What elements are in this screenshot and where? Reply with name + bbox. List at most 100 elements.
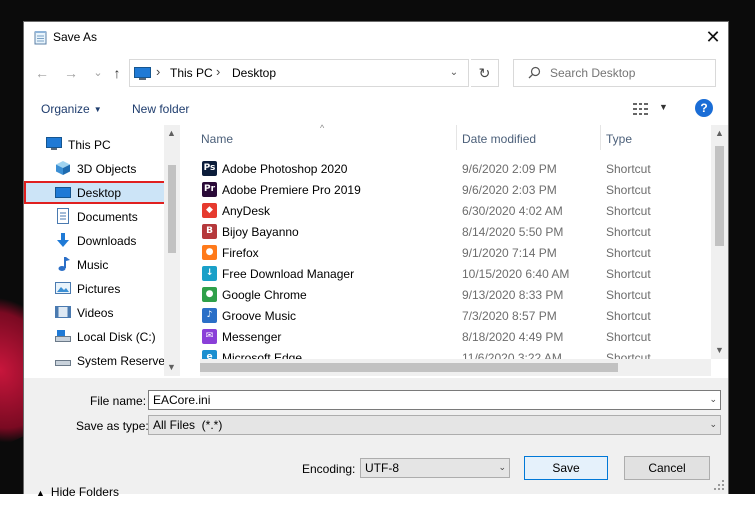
sidebar-scrollbar[interactable]: ▲ ▼ [164,125,180,376]
file-list-vertical-scrollbar[interactable]: ▲ ▼ [711,125,728,359]
search-box[interactable] [513,59,716,87]
search-input[interactable] [550,66,700,80]
file-name-input[interactable]: EACore.ini ⌄ [148,390,721,410]
chevron-down-icon[interactable]: ⌄ [709,394,717,405]
file-name: Adobe Photoshop 2020 [222,162,348,176]
file-date-modified: 11/6/2020 3:22 AM [462,351,562,359]
disk-icon [55,360,71,366]
scroll-up-icon[interactable]: ▲ [715,128,724,138]
desktop-icon [55,187,71,198]
change-view-button[interactable]: ▼ [633,101,669,117]
command-bar: Organize ▼ New folder ▼ ? [24,97,728,121]
organize-label: Organize [41,102,90,116]
file-type: Shortcut [606,246,651,260]
cancel-button[interactable]: Cancel [624,456,710,480]
file-row[interactable]: ✉ Messenger 8/18/2020 4:49 PM Shortcut [200,326,711,347]
videos-icon [55,306,71,318]
file-date-modified: 9/6/2020 2:03 PM [462,183,557,197]
sidebar-item-label: Videos [77,305,114,320]
anydesk-icon: ◆ [202,203,217,218]
help-button[interactable]: ? [695,99,713,117]
bijoy-icon: B [202,224,217,239]
sidebar-item-this-pc[interactable]: This PC [24,133,164,156]
scrollbar-thumb[interactable] [168,165,176,253]
forward-button[interactable]: → [63,65,79,81]
sidebar-item-label: System Reserved [77,353,172,368]
navigation-bar: ← → ⌄ ↑ › This PC › Desktop ⌄ ↻ [24,56,728,90]
file-row[interactable]: ● Firefox 9/1/2020 7:14 PM Shortcut [200,242,711,263]
address-bar[interactable]: › This PC › Desktop ⌄ [129,59,469,87]
title-bar[interactable]: Save As ✕ [24,22,728,52]
sidebar-item-label: Pictures [77,281,121,296]
premiere-icon: Pr [202,182,217,197]
file-date-modified: 10/15/2020 6:40 AM [462,267,570,281]
file-row[interactable]: e Microsoft Edge 11/6/2020 3:22 AM Shortcut [200,347,711,359]
hide-folders-button[interactable]: ▲ Hide Folders [36,485,119,499]
up-button[interactable]: ↑ [109,65,125,81]
edge-icon: e [202,350,217,359]
file-date-modified: 7/3/2020 8:57 PM [462,309,557,323]
sidebar-item-label: Downloads [77,233,137,248]
downloads-icon [57,233,69,247]
sidebar-item-label: 3D Objects [77,161,137,176]
sidebar-item-music[interactable]: Music [24,253,164,276]
sidebar-item-pictures[interactable]: Pictures [24,277,164,300]
file-date-modified: 8/18/2020 4:49 PM [462,330,564,344]
fdm-icon: ↓ [202,266,217,281]
encoding-select[interactable]: UTF-8 ⌄ [360,458,510,478]
resize-grip-icon[interactable] [713,479,725,491]
sidebar-item-downloads[interactable]: Downloads [24,229,164,252]
close-button[interactable]: ✕ [700,25,726,49]
new-folder-button[interactable]: New folder [132,102,189,116]
sidebar-item-videos[interactable]: Videos [24,301,164,324]
scrollbar-thumb[interactable] [200,363,618,372]
file-name: Messenger [222,330,282,344]
file-row[interactable]: ◆ AnyDesk 6/30/2020 4:02 AM Shortcut [200,200,711,221]
save-as-type-select[interactable]: All Files (*.*) ⌄ [148,415,721,435]
cube-icon [56,161,70,175]
file-row[interactable]: ♪ Groove Music 7/3/2020 8:57 PM Shortcut [200,305,711,326]
scrollbar-thumb[interactable] [715,146,724,246]
file-name: Firefox [222,246,259,260]
file-list: ^ Name Date modified Type Ps Adobe Photos… [180,123,728,376]
scroll-down-icon[interactable]: ▼ [167,362,176,372]
file-list-horizontal-scrollbar[interactable] [200,359,711,376]
disk-icon [55,330,71,342]
back-button[interactable]: ← [34,65,50,81]
file-type: Shortcut [606,183,651,197]
close-icon: ✕ [705,26,721,47]
sidebar-item-system-reserved[interactable]: System Reserved [24,349,172,372]
navigation-pane: This PC 3D Objects Desktop Documents Dow… [24,125,180,376]
scroll-down-icon[interactable]: ▼ [715,345,724,355]
breadcrumb-this-pc[interactable]: This PC [170,66,213,80]
address-dropdown-button[interactable]: ⌄ [443,63,465,83]
file-row[interactable]: ● Google Chrome 9/13/2020 8:33 PM Shortcut [200,284,711,305]
file-row[interactable]: Ps Adobe Photoshop 2020 9/6/2020 2:09 PM Sh… [200,158,711,179]
file-name: Microsoft Edge [222,351,303,359]
encoding-label: Encoding: [302,462,356,476]
breadcrumb-desktop[interactable]: Desktop [232,66,276,80]
sidebar-item-documents[interactable]: Documents [24,205,164,228]
file-type: Shortcut [606,204,651,218]
search-icon [528,66,541,79]
sidebar-item-local-disk[interactable]: Local Disk (C:) [24,325,164,348]
scroll-up-icon[interactable]: ▲ [167,128,176,138]
refresh-icon: ↻ [478,64,491,81]
file-row[interactable]: B Bijoy Bayanno 8/14/2020 5:50 PM Shortcut [200,221,711,242]
firefox-icon: ● [202,245,217,260]
sidebar-item-label: Desktop [77,185,122,200]
file-date-modified: 8/14/2020 5:50 PM [462,225,564,239]
sidebar-item-3d-objects[interactable]: 3D Objects [24,157,164,180]
file-row[interactable]: ↓ Free Download Manager 10/15/2020 6:40 AM… [200,263,711,284]
file-name: Bijoy Bayanno [222,225,299,239]
organize-button[interactable]: Organize ▼ [41,102,102,116]
recent-locations-button[interactable]: ⌄ [90,65,106,81]
file-row[interactable]: Pr Adobe Premiere Pro 2019 9/6/2020 2:03 P… [200,179,711,200]
file-name: Adobe Premiere Pro 2019 [222,183,361,197]
refresh-button[interactable]: ↻ [471,59,499,87]
hide-folders-label: Hide Folders [50,485,119,499]
save-as-type-value: All Files (*.*) [153,418,223,432]
chevron-down-icon: ▼ [659,102,668,112]
sidebar-item-desktop[interactable]: Desktop [24,181,166,204]
save-button[interactable]: Save [524,456,608,480]
